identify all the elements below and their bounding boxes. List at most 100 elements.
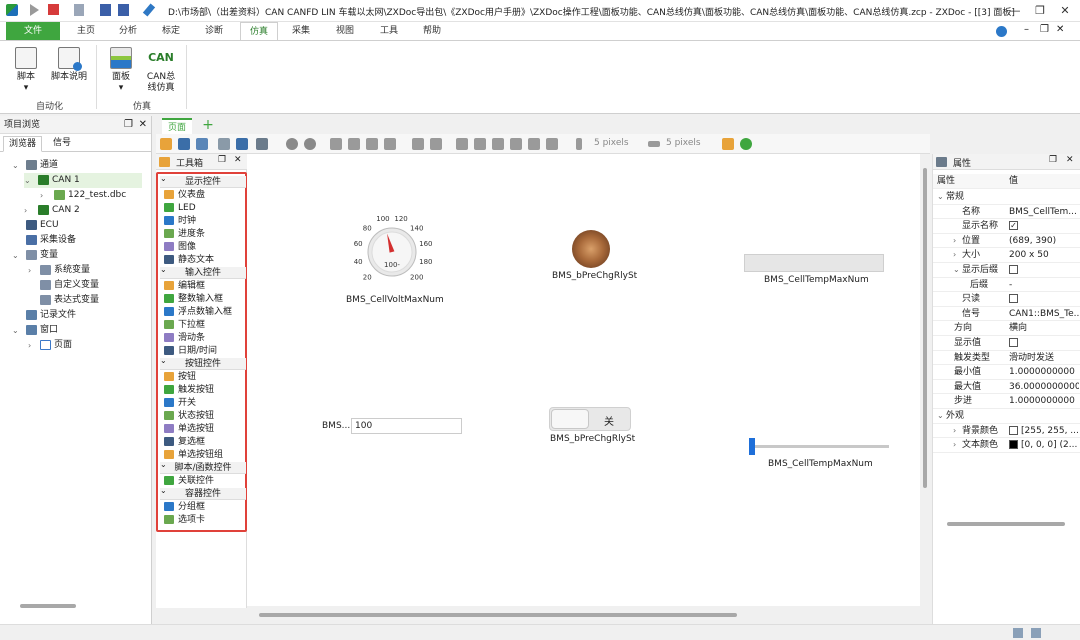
- chevron-right-icon[interactable]: ›: [953, 424, 962, 439]
- property-view-icon[interactable]: [196, 138, 208, 150]
- slider-track[interactable]: [749, 445, 889, 448]
- toolbox-item[interactable]: 编辑框: [164, 280, 205, 293]
- tab-simulation[interactable]: 仿真: [240, 22, 278, 40]
- tree-item-window[interactable]: ⌄ 窗口: [12, 323, 58, 338]
- chevron-down-icon[interactable]: ⌄: [160, 356, 167, 365]
- property-row[interactable]: 信号 CAN1::BMS_Te...: [933, 307, 1080, 322]
- tree-item-can1[interactable]: ⌄ CAN 1: [24, 173, 142, 188]
- chevron-right-icon[interactable]: ›: [28, 338, 31, 353]
- h-spacing-icon[interactable]: [576, 138, 582, 150]
- property-value[interactable]: 滑动时发送: [1009, 353, 1054, 363]
- property-value[interactable]: (689, 390): [1009, 236, 1056, 246]
- tree-item-variables[interactable]: ⌄ 变量: [12, 248, 58, 263]
- align-top-icon[interactable]: [474, 138, 486, 150]
- list-view-icon[interactable]: [178, 138, 190, 150]
- chevron-right-icon[interactable]: ›: [24, 203, 27, 218]
- toolbox-section-header[interactable]: 按钮控件: [160, 358, 246, 370]
- tab-home[interactable]: 主页: [72, 22, 100, 40]
- chevron-down-icon[interactable]: ⌄: [12, 248, 19, 263]
- canvas-horizontal-scrollbar[interactable]: [247, 608, 920, 622]
- properties-scrollbar[interactable]: [947, 522, 1065, 526]
- chevron-down-icon[interactable]: ⌄: [160, 460, 167, 469]
- property-value[interactable]: 200 x 50: [1009, 250, 1049, 260]
- property-row[interactable]: 步进 1.0000000000: [933, 394, 1080, 409]
- restore-button[interactable]: ❐: [1031, 3, 1049, 19]
- toolbox-item[interactable]: 时钟: [164, 215, 196, 228]
- toolbox-item[interactable]: 滑动条: [164, 332, 205, 345]
- toolbox-item[interactable]: 开关: [164, 397, 196, 410]
- align-center-icon[interactable]: [492, 138, 504, 150]
- slider-thumb[interactable]: [749, 438, 755, 455]
- float-icon[interactable]: ❐: [1049, 155, 1057, 165]
- close-icon[interactable]: ✕: [234, 155, 242, 165]
- v-spacing-value[interactable]: 5 pixels: [666, 138, 701, 148]
- chevron-down-icon[interactable]: ⌄: [953, 263, 962, 278]
- edit-box-input[interactable]: 100: [351, 418, 462, 434]
- tree-item-expr-vars[interactable]: 表达式变量: [40, 293, 99, 308]
- toolbox-toggle-icon[interactable]: [160, 138, 172, 150]
- undo-icon[interactable]: [286, 138, 298, 150]
- led-widget[interactable]: [572, 230, 610, 268]
- toolbox-item[interactable]: 下拉框: [164, 319, 205, 332]
- toolbox-section-header[interactable]: 脚本/函数控件: [160, 462, 246, 474]
- save-icon[interactable]: [100, 4, 111, 16]
- tree-item-channel[interactable]: ⌄ 通道: [12, 158, 58, 173]
- horizontal-scrollbar[interactable]: [20, 604, 76, 608]
- tab-file[interactable]: 文件: [6, 22, 60, 40]
- new-file-icon[interactable]: [74, 4, 84, 16]
- lock-icon[interactable]: [722, 138, 734, 150]
- tab-analysis[interactable]: 分析: [114, 22, 142, 40]
- property-row[interactable]: 最小值 1.0000000000: [933, 365, 1080, 380]
- chevron-down-icon[interactable]: ⌄: [937, 409, 946, 424]
- script-help-button[interactable]: 脚本说明: [50, 47, 88, 83]
- tree-item-device[interactable]: 采集设备: [26, 233, 76, 248]
- toolbox-item[interactable]: LED: [164, 202, 196, 215]
- align-right-icon[interactable]: [528, 138, 540, 150]
- chevron-down-icon[interactable]: ⌄: [160, 486, 167, 495]
- tab-tools[interactable]: 工具: [375, 22, 403, 40]
- chevron-down-icon[interactable]: ⌄: [937, 190, 946, 205]
- tree-item-can2[interactable]: › CAN 2: [24, 203, 80, 218]
- panel-button[interactable]: 面板 ▾: [104, 47, 138, 94]
- layers-icon[interactable]: [1031, 628, 1041, 638]
- toolbox-item[interactable]: 触发按钮: [164, 384, 214, 397]
- tab-view[interactable]: 视图: [331, 22, 359, 40]
- h-spacing-value[interactable]: 5 pixels: [594, 138, 629, 148]
- tree-item-system-vars[interactable]: › 系统变量: [28, 263, 90, 278]
- property-value[interactable]: [0, 0, 0] (2...: [1021, 440, 1077, 450]
- property-value[interactable]: 横向: [1009, 323, 1027, 333]
- property-group[interactable]: ⌄ 外观: [933, 409, 1080, 424]
- toolbox-item[interactable]: 复选框: [164, 436, 205, 449]
- align-bottom-icon[interactable]: [546, 138, 558, 150]
- scroll-thumb[interactable]: [923, 168, 927, 488]
- scroll-thumb[interactable]: [259, 613, 737, 617]
- property-row[interactable]: › 位置 (689, 390): [933, 234, 1080, 249]
- property-row[interactable]: 显示值: [933, 336, 1080, 351]
- property-checkbox[interactable]: ✓: [1009, 221, 1018, 231]
- check-icon[interactable]: [740, 138, 752, 150]
- v-spacing-icon[interactable]: [648, 141, 660, 147]
- property-row[interactable]: 后缀 -: [933, 278, 1080, 293]
- import-icon[interactable]: [218, 138, 230, 150]
- add-tab-button[interactable]: +: [200, 116, 216, 134]
- tab-diagnostics[interactable]: 诊断: [200, 22, 228, 40]
- globe-icon[interactable]: [996, 26, 1007, 37]
- restore-doc-icon[interactable]: ❐: [1040, 24, 1049, 35]
- property-group[interactable]: ⌄ 常规: [933, 190, 1080, 205]
- cut-icon[interactable]: [366, 138, 378, 150]
- close-doc-icon[interactable]: ✕: [1056, 24, 1064, 35]
- paste-icon[interactable]: [348, 138, 360, 150]
- tab-signal[interactable]: 信号: [48, 136, 76, 152]
- tree-item-dbc[interactable]: › 122_test.dbc: [40, 188, 126, 203]
- property-row[interactable]: 最大值 36.0000000000: [933, 380, 1080, 395]
- pin-icon[interactable]: [142, 3, 156, 17]
- color-swatch[interactable]: [1009, 440, 1018, 450]
- copy-icon[interactable]: [330, 138, 342, 150]
- float-icon[interactable]: ❐: [124, 116, 133, 134]
- property-value[interactable]: 1.0000000000: [1009, 396, 1075, 406]
- toolbox-item[interactable]: 分组框: [164, 501, 205, 514]
- tree-item-custom-vars[interactable]: 自定义变量: [40, 278, 99, 293]
- progress-bar[interactable]: [744, 254, 884, 272]
- property-checkbox[interactable]: [1009, 294, 1018, 304]
- color-swatch[interactable]: [1009, 425, 1018, 435]
